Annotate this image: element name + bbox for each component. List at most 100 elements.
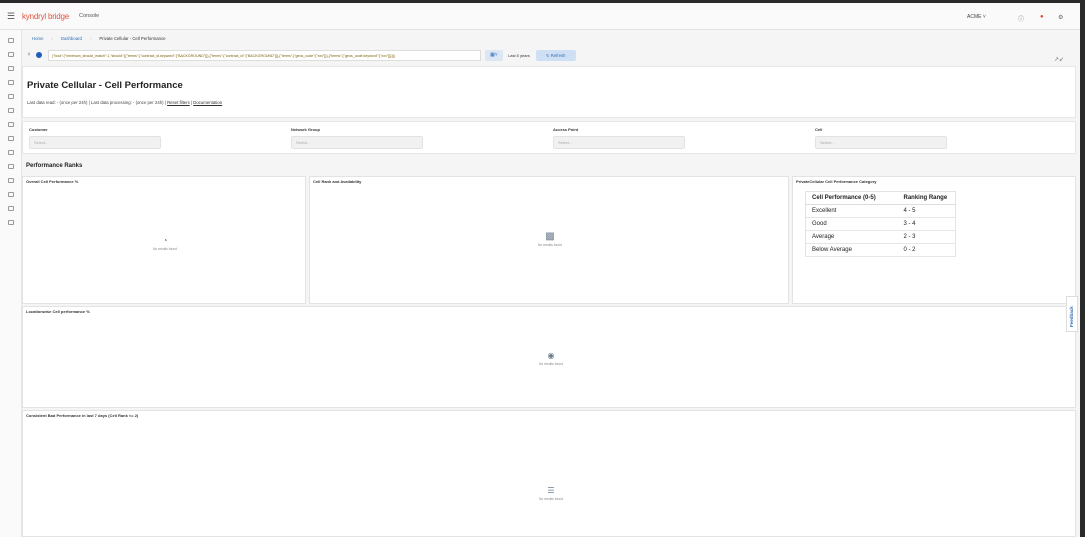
- time-range-label[interactable]: Last 5 years: [508, 53, 530, 58]
- access-point-select[interactable]: Select...: [553, 136, 685, 149]
- chart-icon[interactable]: [8, 122, 14, 127]
- feedback-label: Feedback: [1069, 306, 1074, 327]
- folder-icon[interactable]: [8, 150, 14, 155]
- filter-label: Cell: [815, 127, 823, 132]
- bar-chart-icon: ▩: [545, 231, 555, 242]
- breadcrumb-home[interactable]: Home: [32, 36, 43, 41]
- column-header: Ranking Range: [897, 191, 956, 205]
- chevron-down-icon: ˅: [982, 14, 986, 20]
- network-icon[interactable]: [8, 136, 14, 141]
- empty-state: ☰ No results found: [511, 486, 591, 502]
- column-header: Cell Performance (0-5): [805, 191, 898, 205]
- performance-category-panel: PrivateCellular Cell Performance Categor…: [792, 176, 1076, 304]
- empty-state: ▩ No results found: [510, 231, 590, 248]
- table-cell: 2 - 3: [897, 230, 956, 244]
- empty-state: ◉ No results found: [511, 351, 591, 367]
- user-name: ACME: [967, 14, 982, 20]
- table-row: Below Average 0 - 2: [805, 243, 956, 257]
- table-header-row: Cell Performance (0-5) Ranking Range: [805, 191, 956, 205]
- clock-icon[interactable]: [8, 66, 14, 71]
- help-icon[interactable]: ⓘ: [1018, 14, 1024, 23]
- left-nav-rail: [0, 30, 22, 537]
- section-title: Performance Ranks: [26, 163, 83, 169]
- table-cell: Below Average: [805, 243, 898, 257]
- table-cell: 4 - 5: [897, 204, 956, 218]
- panel-title: Cell Rank and Availability: [313, 179, 362, 184]
- empty-text: No results found: [152, 247, 177, 251]
- panel-title: Locationwise Cell performance %: [26, 309, 90, 314]
- access-point-filter: Access Point Select...: [553, 127, 685, 149]
- empty-text: No results found: [538, 497, 563, 501]
- app-window: ☰ kyndryl bridge Console ACME ˅ ⓘ ● ⚙ Ho…: [0, 3, 1080, 537]
- page-title: Private Cellular - Cell Performance: [27, 80, 183, 91]
- table-row: Average 2 - 3: [805, 230, 956, 244]
- cell-filter: Cell Select...: [815, 127, 947, 149]
- globe-icon: ◉: [547, 351, 555, 360]
- lock-icon[interactable]: [8, 220, 14, 225]
- category-table: Cell Performance (0-5) Ranking Range Exc…: [805, 191, 956, 257]
- refresh-label: Refresh: [550, 52, 566, 58]
- table-cell: 3 - 4: [897, 217, 956, 231]
- table-row: Excellent 4 - 5: [805, 204, 956, 218]
- brand-suffix: bridge: [47, 11, 70, 21]
- documentation-link[interactable]: Documentation: [193, 100, 222, 105]
- brand-prefix: kyndryl: [22, 11, 46, 21]
- filter-label: Access Point: [553, 127, 579, 132]
- breadcrumb: Home › Dashboard › Private Cellular - Ce…: [22, 30, 1080, 46]
- network-group-select[interactable]: Select...: [291, 136, 423, 149]
- query-input[interactable]: ("bool":{"minimum_should_match":1,"shoul…: [48, 49, 481, 61]
- tag-icon[interactable]: [8, 164, 14, 169]
- user-menu[interactable]: ACME ˅: [967, 14, 986, 20]
- consistent-bad-performance-panel: Consistent Bad Performance in last 7 day…: [22, 410, 1076, 537]
- calendar-icon[interactable]: ▦˅: [485, 49, 503, 61]
- breadcrumb-dashboard[interactable]: Dashboard: [61, 36, 82, 41]
- customer-select[interactable]: Select...: [29, 136, 161, 149]
- network-group-filter: Network Group Select...: [291, 127, 423, 149]
- shield-icon[interactable]: [8, 206, 14, 211]
- panel-title: Consistent Bad Performance in last 7 day…: [26, 413, 139, 418]
- panel-title: PrivateCellular Cell Performance Categor…: [796, 179, 877, 184]
- fullscreen-icon[interactable]: ↗↙: [1054, 56, 1064, 63]
- notification-icon[interactable]: ●: [1040, 14, 1044, 20]
- empty-text: No results found: [538, 362, 563, 366]
- grid-icon[interactable]: [8, 80, 14, 85]
- table-cell: 0 - 2: [897, 243, 956, 257]
- cell-select[interactable]: Select...: [815, 136, 947, 149]
- top-bar: ☰ kyndryl bridge Console ACME ˅ ⓘ ● ⚙: [0, 3, 1080, 30]
- feedback-tab[interactable]: Feedback: [1066, 296, 1078, 332]
- document-icon[interactable]: [8, 94, 14, 99]
- menu-icon[interactable]: ☰: [0, 11, 22, 22]
- data-status-text: Last data read: - (once per 24h) | Last …: [27, 100, 166, 105]
- breadcrumb-current: Private Cellular - Cell Performance: [99, 35, 166, 41]
- settings-icon[interactable]: ⚙: [1058, 14, 1063, 21]
- breadcrumb-separator: ›: [89, 35, 92, 41]
- download-icon[interactable]: [8, 178, 14, 183]
- chevron-down-icon[interactable]: ˅: [24, 50, 34, 60]
- console-link[interactable]: Console: [79, 13, 99, 19]
- dashboard-main: Private Cellular - Cell Performance Last…: [22, 66, 1076, 537]
- header-panel: Private Cellular - Cell Performance Last…: [22, 66, 1076, 118]
- data-status-line: Last data read: - (once per 24h) | Last …: [27, 100, 223, 105]
- filter-label: Network Group: [291, 127, 320, 132]
- home-icon[interactable]: [8, 38, 14, 43]
- overall-cell-performance-panel: Overall Cell Performance % ◔ No results …: [22, 176, 306, 304]
- brand-logo[interactable]: kyndryl bridge: [22, 12, 69, 21]
- filter-bar: Customer Select... Network Group Select.…: [22, 121, 1076, 154]
- table-icon: ☰: [547, 486, 555, 495]
- query-bar: ˅ ("bool":{"minimum_should_match":1,"sho…: [22, 47, 1080, 63]
- refresh-button[interactable]: ↻ Refresh: [535, 49, 576, 61]
- locationwise-performance-panel: Locationwise Cell performance % ◉ No res…: [22, 306, 1076, 408]
- empty-state: ◔ No results found: [125, 236, 205, 252]
- query-language-icon[interactable]: [36, 52, 42, 58]
- panel-title: Overall Cell Performance %: [26, 179, 79, 184]
- dashboard-icon[interactable]: [8, 52, 14, 57]
- reset-filters-link[interactable]: Reset filters: [167, 100, 190, 105]
- empty-text: No results found: [537, 243, 562, 247]
- pie-chart-icon: ◔: [162, 236, 168, 245]
- filter-label: Customer: [29, 127, 48, 132]
- box-icon[interactable]: [8, 192, 14, 197]
- table-row: Good 3 - 4: [805, 217, 956, 231]
- table-cell: Average: [805, 230, 898, 244]
- list-icon[interactable]: [8, 108, 14, 113]
- cell-rank-availability-panel: Cell Rank and Availability ▩ No results …: [309, 176, 789, 304]
